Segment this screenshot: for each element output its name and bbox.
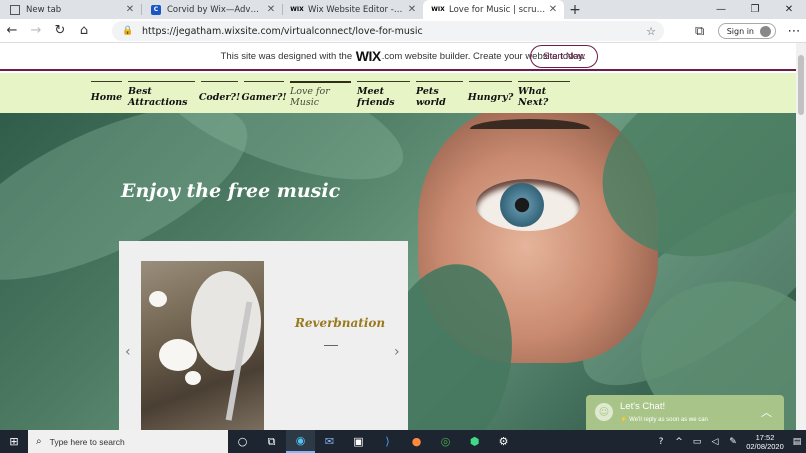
taskbar-search-placeholder: Type here to search	[49, 436, 125, 447]
hero-title: Enjoy the free music	[121, 180, 341, 202]
nav-item-gamer[interactable]: Gamer?!	[241, 81, 287, 113]
wix-logo: WIX	[355, 48, 381, 64]
url-field[interactable]: 🔒 https://jegatham.wixsite.com/virtualco…	[112, 21, 664, 41]
nav-item-pets-world[interactable]: Pets world	[416, 81, 463, 113]
newtab-icon	[10, 4, 20, 15]
pen-icon[interactable]: ✎	[724, 437, 742, 447]
nav-item-home[interactable]: Home	[91, 81, 122, 113]
home-icon[interactable]: ⌂	[72, 23, 96, 38]
help-icon[interactable]: ?	[652, 437, 670, 447]
forward-icon[interactable]: →	[24, 23, 48, 38]
store-icon[interactable]: ▣	[344, 430, 373, 453]
flower-shape	[159, 339, 197, 371]
task-view-icon[interactable]: ⧉	[257, 430, 286, 453]
chat-subtitle: ⚡ We'll reply as soon as we can	[620, 417, 708, 423]
app-green-icon[interactable]: ⬢	[460, 430, 489, 453]
close-tab-icon[interactable]: ✕	[264, 4, 278, 15]
nav-item-hungry[interactable]: Hungry?	[468, 81, 513, 113]
browser-tab-strip: New tab ✕ C Corvid by Wix—Advanced Web ✕…	[0, 0, 806, 19]
edge-browser-icon[interactable]: ◉	[286, 430, 315, 453]
hero-section: Enjoy the free music ‹ › Reverbnation	[0, 113, 796, 430]
network-icon[interactable]: ▭	[688, 437, 706, 447]
back-icon[interactable]: ←	[0, 23, 24, 38]
hero-photo-iris	[500, 183, 544, 227]
card-divider	[324, 345, 338, 346]
restore-icon[interactable]: ❐	[738, 0, 772, 19]
favorite-star-icon[interactable]: ☆	[646, 25, 656, 38]
avatar	[760, 25, 771, 37]
vscode-icon[interactable]: ⟩	[373, 430, 402, 453]
url-text: https://jegatham.wixsite.com/virtualconn…	[142, 25, 423, 37]
app-gear-icon[interactable]: ⚙	[489, 430, 518, 453]
chrome-icon[interactable]: ◎	[431, 430, 460, 453]
window-controls: — ❐ ✕	[704, 0, 806, 19]
tab-title: New tab	[26, 4, 62, 15]
plate-shape	[191, 271, 261, 371]
flower-shape	[185, 371, 201, 385]
chat-bubble-icon: ☺	[595, 403, 613, 421]
hero-photo-brow	[470, 119, 590, 139]
firefox-icon[interactable]: ●	[402, 430, 431, 453]
site-navigation: Home Best Attractions Coder?! Gamer?! Lo…	[0, 73, 796, 113]
sign-in-label: Sign in	[726, 26, 754, 36]
tab-corvid[interactable]: C Corvid by Wix—Advanced Web ✕	[141, 0, 282, 19]
taskbar-search-box[interactable]: ⌕ Type here to search	[28, 430, 228, 453]
card-title[interactable]: Reverbnation	[285, 316, 395, 330]
refresh-icon[interactable]: ↻	[48, 23, 72, 38]
nav-item-coder[interactable]: Coder?!	[199, 81, 240, 113]
corvid-icon: C	[151, 4, 161, 15]
tab-title: Love for Music | scrumblog	[449, 4, 546, 15]
collections-icon[interactable]: ⧉	[688, 24, 712, 39]
start-now-button[interactable]: Start Now	[530, 45, 598, 68]
system-clock[interactable]: 17:52 02/08/2020	[742, 433, 788, 451]
flower-shape	[149, 291, 167, 307]
clock-time: 17:52	[755, 432, 775, 442]
tab-wix-editor[interactable]: WIX Wix Website Editor - virtualconn ✕	[282, 0, 423, 19]
cortana-icon[interactable]: ○	[228, 430, 257, 453]
music-slideshow-card: ‹ › Reverbnation	[119, 241, 408, 430]
volume-icon[interactable]: ◁	[706, 437, 724, 447]
nav-item-what-next[interactable]: What Next?	[518, 81, 570, 113]
close-tab-icon[interactable]: ✕	[123, 4, 137, 15]
slideshow-next-arrow-icon[interactable]: ›	[394, 344, 400, 360]
chat-widget[interactable]: ☺ Let's Chat! ⚡ We'll reply as soon as w…	[586, 395, 784, 430]
lock-icon[interactable]: 🔒	[122, 26, 136, 36]
search-icon: ⌕	[36, 436, 42, 447]
address-bar-row: ← → ↻ ⌂ 🔒 https://jegatham.wixsite.com/v…	[0, 19, 806, 43]
notifications-icon[interactable]: ▤	[788, 437, 806, 447]
nav-item-meet-friends[interactable]: Meet friends	[357, 81, 410, 113]
close-window-icon[interactable]: ✕	[772, 0, 806, 19]
close-tab-icon[interactable]: ✕	[405, 4, 419, 15]
tab-new-tab[interactable]: New tab ✕	[0, 0, 141, 19]
mail-icon[interactable]: ✉	[315, 430, 344, 453]
wix-icon: WIX	[290, 6, 304, 13]
tab-title: Corvid by Wix—Advanced Web	[167, 4, 264, 15]
page-scrollbar[interactable]	[796, 43, 806, 430]
wix-promo-banner: This site was designed with the WIX .com …	[0, 43, 806, 71]
banner-text-before: This site was designed with the	[220, 50, 353, 62]
tab-love-for-music[interactable]: WIX Love for Music | scrumblog ✕	[423, 0, 564, 19]
chat-title: Let's Chat!	[620, 401, 666, 412]
chevron-up-icon[interactable]: ︿	[761, 404, 772, 420]
scrollbar-thumb[interactable]	[798, 55, 804, 115]
nav-item-best-attractions[interactable]: Best Attractions	[128, 81, 195, 113]
card-image	[141, 261, 264, 430]
new-tab-button[interactable]: +	[564, 0, 586, 19]
windows-start-icon[interactable]: ⊞	[0, 430, 28, 453]
sign-in-button[interactable]: Sign in	[717, 23, 776, 39]
tab-title: Wix Website Editor - virtualconn	[308, 4, 405, 15]
clock-date: 02/08/2020	[746, 441, 784, 451]
nav-item-love-for-music[interactable]: Love for Music	[290, 81, 351, 113]
more-menu-icon[interactable]: ⋯	[782, 24, 806, 39]
minimize-icon[interactable]: —	[704, 0, 738, 19]
wix-icon: WIX	[431, 6, 445, 13]
windows-taskbar: ⊞ ⌕ Type here to search ○ ⧉ ◉ ✉ ▣ ⟩ ● ◎ …	[0, 430, 806, 453]
tray-up-chevron-icon[interactable]: ^	[670, 437, 688, 447]
close-tab-icon[interactable]: ✕	[546, 4, 560, 15]
slideshow-prev-arrow-icon[interactable]: ‹	[125, 344, 131, 360]
